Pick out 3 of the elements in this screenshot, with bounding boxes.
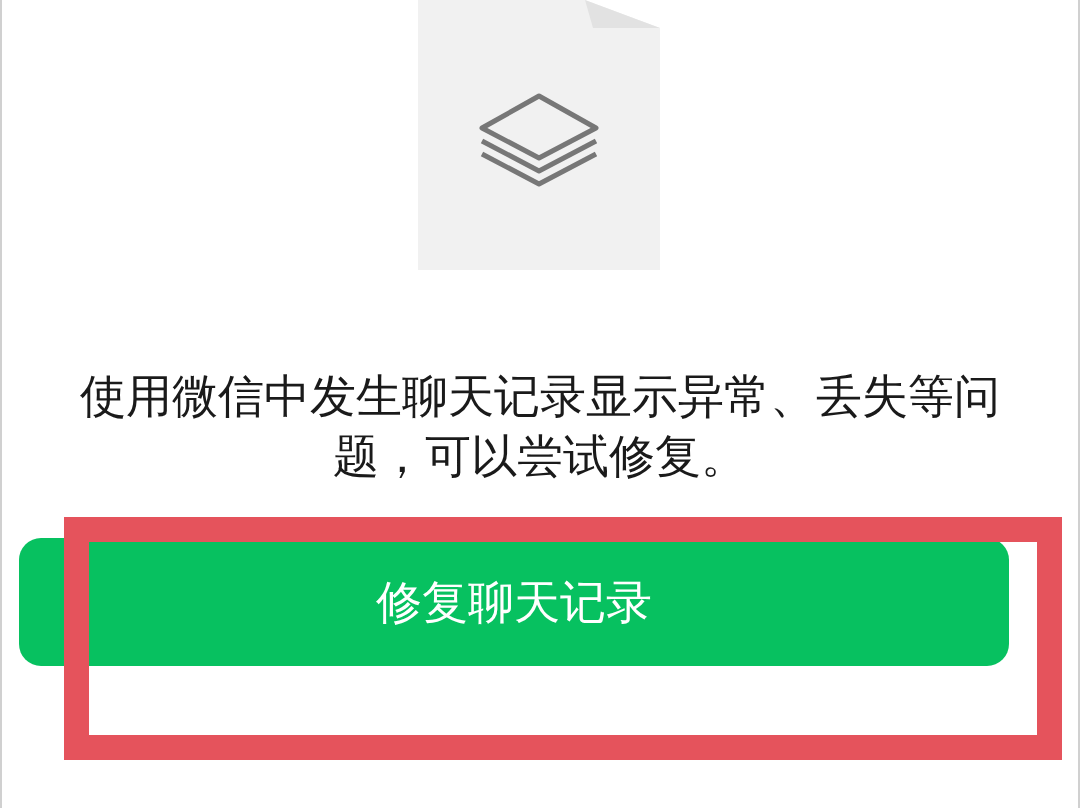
description-text: 使用微信中发生聊天记录显示异常、丢失等问题，可以尝试修复。 xyxy=(79,368,1001,485)
repair-button[interactable]: 修复聊天记录 xyxy=(19,538,1009,666)
document-icon xyxy=(418,0,660,270)
